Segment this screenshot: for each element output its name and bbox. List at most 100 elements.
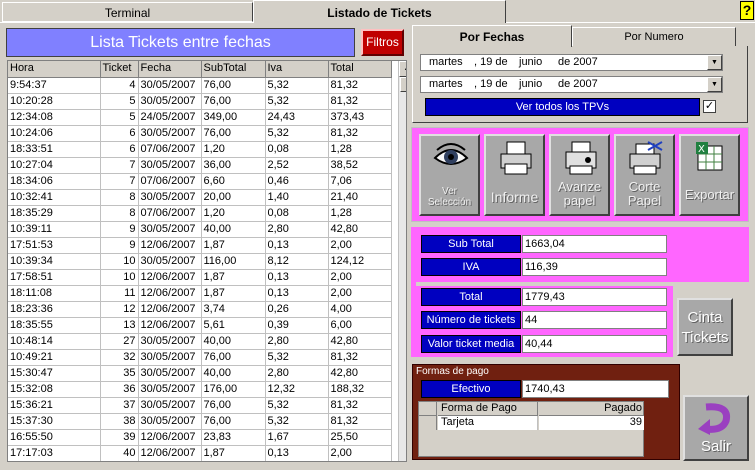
ver-todos-tpvs-label[interactable]: Ver todos los TPVs	[425, 98, 700, 116]
table-cell: 8,12	[265, 253, 329, 270]
table-row[interactable]: 10:48:14 27 30/05/2007 40,00 2,80 42,80	[8, 333, 392, 350]
table-cell: 10:24:06	[8, 125, 101, 142]
table-cell: 15:37:30	[8, 413, 101, 430]
table-row[interactable]: 17:51:53 9 12/06/2007 1,87 0,13 2,00	[8, 237, 392, 254]
avanze-papel-button[interactable]: Avanze papel	[549, 134, 610, 216]
ver-seleccion-button[interactable]: Ver Selección	[419, 134, 480, 216]
table-row[interactable]: 10:39:11 9 30/05/2007 40,00 2,80 42,80	[8, 221, 392, 238]
tab-por-fechas[interactable]: Por Fechas	[412, 25, 572, 47]
table-row[interactable]: 10:24:06 6 30/05/2007 76,00 5,32 81,32	[8, 125, 392, 142]
cinta-tickets-button[interactable]: Cinta Tickets	[677, 298, 733, 356]
table-cell: 5	[100, 93, 139, 110]
payment-row-pagado: 39	[539, 416, 644, 430]
table-row[interactable]: 12:34:08 5 24/05/2007 349,00 24,43 373,43	[8, 109, 392, 126]
payment-table[interactable]: Forma de Pago Pagado Tarjeta 39	[418, 401, 644, 457]
table-row[interactable]: 18:11:08 11 12/06/2007 1,87 0,13 2,00	[8, 285, 392, 302]
tab-listado-tickets[interactable]: Listado de Tickets	[253, 0, 506, 23]
table-cell: 30/05/2007	[138, 253, 202, 270]
table-row[interactable]: 10:32:41 8 30/05/2007 20,00 1,40 21,40	[8, 189, 392, 206]
scroll-up-icon[interactable]: ▲	[399, 61, 406, 77]
table-cell: 18:11:08	[8, 285, 101, 302]
table-cell: 1,67	[265, 429, 329, 446]
table-cell: 2,00	[328, 285, 392, 302]
row-indicator-header	[419, 402, 437, 416]
table-cell: 18:23:36	[8, 301, 101, 318]
column-header[interactable]: Ticket	[100, 61, 139, 78]
printer-feed-icon	[565, 141, 597, 175]
tab-divider	[0, 22, 253, 23]
table-cell: 39	[100, 429, 139, 446]
table-cell: 30/05/2007	[138, 125, 202, 142]
table-cell: 10:39:34	[8, 253, 101, 270]
table-row[interactable]: 15:30:47 35 30/05/2007 40,00 2,80 42,80	[8, 365, 392, 382]
efectivo-label: Efectivo	[421, 380, 521, 398]
table-cell: 1,87	[201, 237, 266, 254]
formas-de-pago-panel: Formas de pago Efectivo 1740,43 Forma de…	[412, 364, 680, 460]
table-row[interactable]: 10:49:21 32 30/05/2007 76,00 5,32 81,32	[8, 349, 392, 366]
table-cell: 2,00	[328, 237, 392, 254]
column-header[interactable]: Iva	[265, 61, 329, 78]
table-row[interactable]: 16:55:50 39 12/06/2007 23,83 1,67 25,50	[8, 429, 392, 446]
table-cell: 8	[100, 205, 139, 222]
table-cell: 6,00	[328, 317, 392, 334]
table-cell: 12/06/2007	[138, 237, 202, 254]
date-to-select[interactable]: martes , 19 de junio de 2007 ▼	[420, 76, 723, 93]
table-cell: 24,43	[265, 109, 329, 126]
formas-de-pago-title: Formas de pago	[416, 366, 489, 377]
table-cell: 30/05/2007	[138, 93, 202, 110]
tab-terminal[interactable]: Terminal	[2, 2, 253, 22]
filtros-button[interactable]: Filtros	[361, 29, 404, 56]
table-cell: 07/06/2007	[138, 141, 202, 158]
table-cell: 5,32	[265, 413, 329, 430]
table-row[interactable]: 18:35:55 13 12/06/2007 5,61 0,39 6,00	[8, 317, 392, 334]
tab-por-numero[interactable]: Por Numero	[572, 27, 736, 46]
table-cell: 20,00	[201, 189, 266, 206]
table-cell: 5	[100, 109, 139, 126]
table-row[interactable]: 15:32:08 36 30/05/2007 176,00 12,32 188,32	[8, 381, 392, 398]
table-cell: 30/05/2007	[138, 349, 202, 366]
salir-button[interactable]: Salir	[683, 395, 749, 461]
table-row[interactable]: 10:27:04 7 30/05/2007 36,00 2,52 38,52	[8, 157, 392, 174]
table-cell: 0,46	[265, 173, 329, 190]
table-cell: 76,00	[201, 93, 266, 110]
table-cell: 36	[100, 381, 139, 398]
valor-media-value: 40,44	[522, 335, 667, 353]
table-cell: 12/06/2007	[138, 269, 202, 286]
table-row[interactable]: 10:39:34 10 30/05/2007 116,00 8,12 124,12	[8, 253, 392, 270]
table-row[interactable]: 10:20:28 5 30/05/2007 76,00 5,32 81,32	[8, 93, 392, 110]
column-header[interactable]: Total	[328, 61, 392, 78]
table-row[interactable]: 18:35:29 8 07/06/2007 1,20 0,08 1,28	[8, 205, 392, 222]
date-from-select[interactable]: martes , 19 de junio de 2007 ▼	[420, 54, 723, 71]
table-row[interactable]: 17:17:03 40 12/06/2007 1,87 0,13 2,00	[8, 445, 392, 461]
column-header[interactable]: SubTotal	[201, 61, 266, 78]
corte-papel-button[interactable]: Corte Papel	[614, 134, 675, 216]
table-cell: 10	[100, 269, 139, 286]
help-button[interactable]: ?	[740, 1, 754, 20]
informe-button[interactable]: Informe	[484, 134, 545, 216]
table-row[interactable]: 15:36:21 37 30/05/2007 76,00 5,32 81,32	[8, 397, 392, 414]
efectivo-value: 1740,43	[522, 380, 669, 398]
table-cell: 15:30:47	[8, 365, 101, 382]
table-row[interactable]: 9:54:37 4 30/05/2007 76,00 5,32 81,32	[8, 77, 392, 94]
tickets-table[interactable]: Hora Ticket Fecha SubTotal Iva Total 9:54:37 4…	[7, 60, 407, 462]
vertical-scrollbar[interactable]: ▲	[398, 61, 406, 461]
table-cell: 23,83	[201, 429, 266, 446]
scroll-thumb[interactable]	[400, 77, 406, 92]
chevron-down-icon[interactable]: ▼	[707, 77, 722, 92]
column-header[interactable]: Fecha	[138, 61, 202, 78]
chevron-down-icon[interactable]: ▼	[707, 55, 722, 70]
table-row[interactable]: 15:37:30 38 30/05/2007 76,00 5,32 81,32	[8, 413, 392, 430]
table-cell: 1,87	[201, 269, 266, 286]
table-cell: 11	[100, 285, 139, 302]
table-row[interactable]: 17:58:51 10 12/06/2007 1,87 0,13 2,00	[8, 269, 392, 286]
exportar-button[interactable]: X Exportar	[679, 134, 740, 216]
column-header[interactable]: Hora	[8, 61, 101, 78]
table-row[interactable]: 18:34:06 7 07/06/2007 6,60 0,46 7,06	[8, 173, 392, 190]
ver-todos-tpvs-checkbox[interactable]: ✓	[703, 100, 716, 113]
table-row[interactable]: 18:23:36 12 12/06/2007 3,74 0,26 4,00	[8, 301, 392, 318]
table-row[interactable]: 18:33:51 6 07/06/2007 1,20 0,08 1,28	[8, 141, 392, 158]
table-cell: 10:20:28	[8, 93, 101, 110]
table-cell: 18:33:51	[8, 141, 101, 158]
table-cell: 76,00	[201, 77, 266, 94]
summary-panel-extension	[673, 227, 749, 282]
